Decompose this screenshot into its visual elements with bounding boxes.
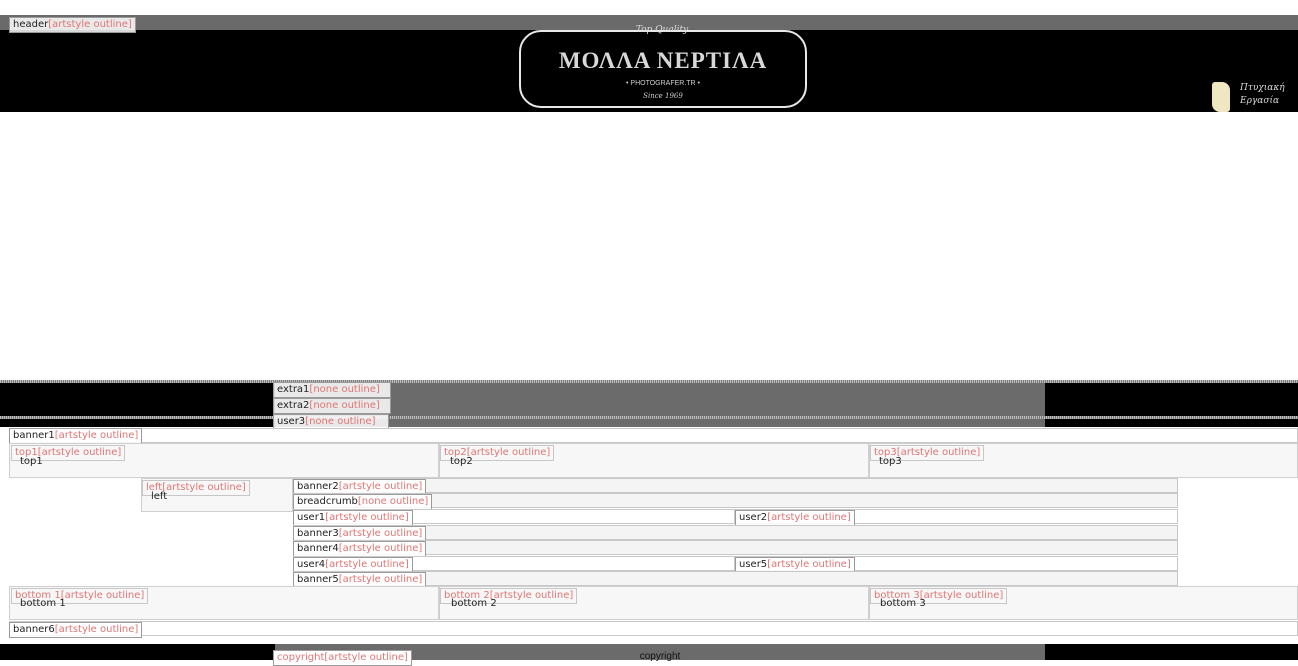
nav-bottom-gray [275,419,1045,427]
banner1-position-tag[interactable]: banner1[artstyle outline] [9,428,143,444]
thesis-link-line1: Πτυχιακή [1240,83,1285,93]
logo-since: Since 1969 [643,92,683,100]
bottom1-label: bottom 1 [20,598,66,609]
nav-position-extra1[interactable]: extra1[none outline] [273,382,391,398]
scroll-icon [1212,82,1230,112]
left-label: left [151,491,168,502]
nav-position-extra2[interactable]: extra2[none outline] [273,398,391,414]
thesis-link-line2: Εργασία [1240,96,1280,106]
top2-label: top2 [450,456,473,467]
copyright-text: copyright [639,651,681,662]
bottom3-label: bottom 3 [880,598,926,609]
header-position-tag: header[artstyle outline] [9,17,136,33]
top3-label: top3 [879,456,902,467]
copyright-position-tag[interactable]: copyright[artstyle outline] [273,650,412,666]
banner6-row [9,621,1298,636]
logo-brand: ΜΟΛΛΑ ΝΕΡΤΙΛΑ [558,48,768,73]
bottom2-label: bottom 2 [451,598,497,609]
breadcrumb-position-tag[interactable]: breadcrumb[none outline] [293,494,433,510]
banner6-position-tag[interactable]: banner6[artstyle outline] [9,622,143,638]
thesis-link[interactable]: Πτυχιακή Εργασία [1212,80,1296,114]
banner1-row [9,428,1298,443]
logo-subtitle: • PHOTOGRAFER.TR • [626,80,700,87]
top1-label: top1 [20,456,43,467]
banner4-position-tag[interactable]: banner4[artstyle outline] [293,541,427,557]
user1-position-tag[interactable]: user1[artstyle outline] [293,510,413,526]
logo-tagline: Top Quality [635,25,689,35]
user2-position-tag[interactable]: user2[artstyle outline] [735,510,855,526]
